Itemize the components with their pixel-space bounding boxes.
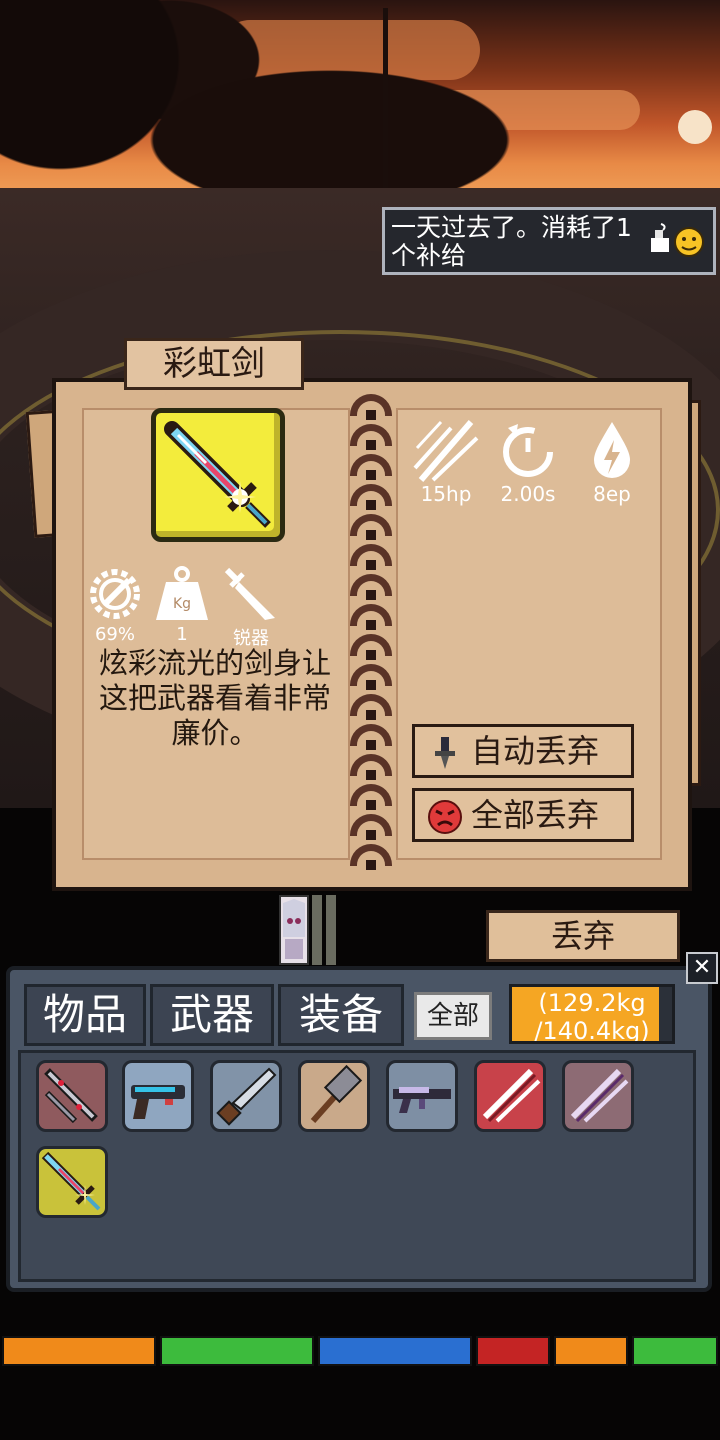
- weight-kg-icon-label: Kg: [173, 596, 191, 612]
- spine-hole: [366, 560, 376, 570]
- dagger-down-icon: [435, 737, 455, 769]
- spine-hole: [366, 650, 376, 660]
- rifle-icon: [393, 1087, 451, 1113]
- bottom-tab-orange-small[interactable]: [554, 1336, 628, 1366]
- slash-damage-icon: [413, 420, 479, 482]
- game-screen: 一天过去了。消耗了1个补给 彩虹剑 69% Kg 1 锐器 炫彩流光的剑身让这把…: [0, 0, 720, 1440]
- spine-hole: [366, 590, 376, 600]
- close-button[interactable]: ✕: [686, 952, 718, 984]
- spine-hole: [366, 770, 376, 780]
- bottom-tab-red[interactable]: [476, 1336, 550, 1366]
- cooldown-value: 2.00s: [500, 482, 556, 506]
- inventory-slot-machete[interactable]: [210, 1060, 282, 1132]
- angry-face-icon: [428, 800, 462, 834]
- durability-value: 69%: [94, 624, 135, 645]
- inventory-slot-blaster[interactable]: [122, 1060, 194, 1132]
- cooldown-timer-icon: [503, 424, 553, 477]
- damage-value: 15hp: [420, 482, 472, 506]
- inventory-slot-red-blades[interactable]: [474, 1060, 546, 1132]
- spine-hole: [366, 500, 376, 510]
- weight-stat: Kg 1: [150, 564, 214, 645]
- bottom-tab-green[interactable]: [160, 1336, 314, 1366]
- spine-hole: [366, 620, 376, 630]
- tree-silhouettes: [0, 0, 720, 200]
- weight-value: 1: [176, 624, 188, 645]
- inventory-slot-purple-blades[interactable]: [562, 1060, 634, 1132]
- spine-hole: [366, 800, 376, 810]
- purple-dual-blades-icon: [570, 1068, 629, 1123]
- energy-drop-icon: [594, 422, 630, 478]
- damage-stat: 15hp: [406, 418, 486, 506]
- discard-button[interactable]: 丢弃: [486, 910, 680, 962]
- red-dual-blades-icon: [482, 1068, 541, 1123]
- inventory-slot-hammer[interactable]: [298, 1060, 370, 1132]
- type-stat: 锐器: [218, 564, 284, 650]
- character-portrait-icon: [283, 899, 305, 959]
- inventory-slot-rainbow-sword[interactable]: [36, 1146, 108, 1218]
- stamina-bar: [326, 895, 336, 965]
- energy-value: 8ep: [593, 482, 631, 506]
- hammer-icon: [310, 1064, 363, 1123]
- spine-hole: [366, 740, 376, 750]
- spine-hole: [366, 470, 376, 480]
- dagger-icon: [224, 567, 275, 620]
- bottom-tab-green-small[interactable]: [632, 1336, 718, 1366]
- spine-hole: [366, 860, 376, 870]
- spine-hole: [366, 830, 376, 840]
- machete-icon: [216, 1067, 277, 1126]
- supply-pot-icon: [651, 223, 704, 257]
- energy-stat: 8ep: [572, 418, 652, 506]
- durability-stat: 69%: [84, 564, 146, 645]
- discard-all-label: 全部丢弃: [471, 796, 600, 834]
- bottom-tab-orange[interactable]: [2, 1336, 156, 1366]
- spine-hole: [366, 680, 376, 690]
- tab-items[interactable]: 物品: [24, 984, 146, 1046]
- filter-all-button[interactable]: 全部: [414, 992, 492, 1040]
- weight-kg-icon: Kg: [156, 566, 208, 620]
- item-description: 炫彩流光的剑身让这把武器看着非常廉价。: [98, 646, 331, 750]
- carry-weight-text: (129.2kg/140.4kg): [534, 989, 650, 1044]
- rainbow-sword-icon: [41, 1151, 101, 1211]
- character-avatar: [279, 895, 309, 965]
- rainbow-sword-icon: [164, 421, 271, 528]
- book-spine: [346, 384, 396, 884]
- health-bar: [312, 895, 322, 965]
- inventory-slot-crimson-sword[interactable]: [36, 1060, 108, 1132]
- notification-text: 一天过去了。消耗了1个补给: [391, 213, 632, 270]
- tab-weapons[interactable]: 武器: [150, 984, 274, 1046]
- auto-discard-button[interactable]: 自动丢弃: [412, 724, 634, 778]
- spine-hole: [366, 410, 376, 420]
- cooldown-stat: 2.00s: [488, 418, 568, 506]
- auto-discard-label: 自动丢弃: [471, 732, 600, 770]
- tab-equipment[interactable]: 装备: [278, 984, 404, 1046]
- inventory-slot-rifle[interactable]: [386, 1060, 458, 1132]
- durability-gear-icon: [90, 569, 140, 619]
- spine-hole: [366, 710, 376, 720]
- notification-box: 一天过去了。消耗了1个补给: [382, 207, 716, 275]
- bottom-tab-blue[interactable]: [318, 1336, 472, 1366]
- crimson-sword-icon: [44, 1068, 98, 1124]
- carry-weight-bar: (129.2kg/140.4kg): [509, 984, 675, 1044]
- item-title: 彩虹剑: [124, 338, 304, 390]
- spine-hole: [366, 440, 376, 450]
- discard-all-button[interactable]: 全部丢弃: [412, 788, 634, 842]
- spine-hole: [366, 530, 376, 540]
- item-icon-frame: [151, 408, 285, 542]
- street-lamp: [383, 8, 388, 188]
- blaster-gun-icon: [131, 1085, 185, 1119]
